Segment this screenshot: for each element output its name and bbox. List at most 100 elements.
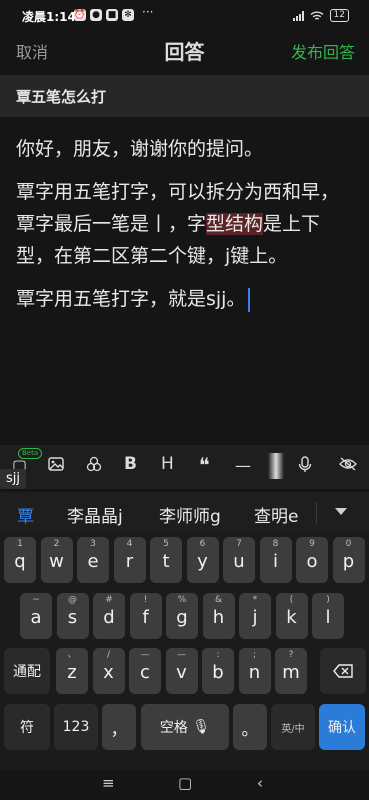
quote-button[interactable]: ❝ [199, 453, 210, 477]
key-letter-label: n [248, 662, 261, 683]
number-key-label: 123 [62, 719, 90, 735]
key-g[interactable]: % g [166, 593, 198, 639]
key-t[interactable]: 5t [150, 537, 182, 583]
candidate-bar: 覃 李晶晶j 李师师g 查明e [0, 492, 369, 534]
chat-notification-icon: ■ [106, 9, 118, 21]
key-a[interactable]: ~ a [20, 593, 52, 639]
key-c[interactable]: — c [129, 648, 161, 694]
number-key[interactable]: 123 [54, 704, 98, 750]
highlighted-text: 型结构 [206, 213, 264, 235]
confirm-key[interactable]: 确认 [319, 704, 365, 750]
symbol-key[interactable]: 符 [4, 704, 50, 750]
voice-input-icon[interactable] [298, 456, 312, 477]
menu-icon[interactable]: ≡ [102, 774, 115, 792]
space-key[interactable]: 空格 🎙 [141, 704, 229, 750]
key-n[interactable]: ; n [238, 648, 271, 694]
space-label: 空格 [159, 720, 188, 736]
answer-text: 覃字用五笔打字，就是sjj。 [16, 288, 246, 310]
key-secondary-label: — [140, 650, 150, 660]
key-secondary-label: ! [143, 595, 148, 605]
more-notifications-icon: ··· [142, 5, 154, 19]
key-h[interactable]: & h [202, 593, 235, 639]
key-letter-label: v [176, 662, 187, 683]
key-letter-label: x [103, 662, 114, 683]
period-key[interactable]: 。 [233, 704, 267, 750]
key-letter-label: u [233, 551, 245, 572]
key-letter-label: s [67, 607, 78, 628]
key-j[interactable]: * j [239, 593, 271, 639]
emoji-circles-icon[interactable] [86, 456, 102, 476]
backspace-key[interactable] [320, 648, 366, 694]
key-z[interactable]: 、 z [56, 648, 88, 694]
key-q[interactable]: 1q [4, 537, 36, 583]
key-o[interactable]: 9o [296, 537, 328, 583]
heading-button[interactable]: H [161, 454, 174, 474]
comma-key[interactable]: ， [102, 704, 136, 750]
expand-candidates-icon[interactable] [335, 508, 347, 515]
wifi-icon [310, 11, 324, 20]
key-secondary-label: * [252, 595, 258, 605]
comma-key-label: ， [110, 719, 128, 740]
key-y[interactable]: 6y [186, 537, 219, 583]
top-bar: 取消 回答 发布回答 [0, 30, 369, 72]
key-secondary-label: @ [68, 595, 77, 605]
symbol-key-label: 符 [20, 720, 34, 736]
divider-button[interactable]: — [235, 456, 251, 475]
key-f[interactable]: ! f [129, 593, 162, 639]
key-d[interactable]: # d [93, 593, 125, 639]
candidate-item[interactable]: 李师师g [159, 502, 221, 527]
key-letter-label: l [325, 607, 331, 628]
key-x[interactable]: / x [92, 648, 125, 694]
wildcard-key[interactable]: 通配 [4, 648, 50, 694]
battery-icon: 12 [329, 9, 349, 22]
candidate-item[interactable]: 覃 [17, 502, 34, 527]
home-icon[interactable]: ▢ [178, 774, 192, 792]
key-secondary-label: 6 [199, 539, 206, 549]
key-w[interactable]: 2w [40, 537, 73, 583]
key-s[interactable]: @ s [56, 593, 89, 639]
key-secondary-label: 5 [163, 539, 169, 549]
key-p[interactable]: 0p [332, 537, 365, 583]
key-u[interactable]: 7u [223, 537, 255, 583]
microphone-icon: 🎙 [192, 719, 211, 735]
key-letter-label: y [197, 551, 208, 572]
key-letter-label: w [49, 551, 64, 572]
bold-button[interactable]: B [124, 454, 137, 474]
key-b[interactable]: :b [202, 648, 234, 694]
app-notification-icon: ● [90, 9, 102, 21]
key-secondary-label: ) [326, 595, 330, 605]
key-letter-label: p [342, 551, 355, 572]
key-letter-label: a [30, 607, 42, 628]
notification-icons: ⏰ ● ■ ✻ [74, 9, 134, 21]
key-letter-label: q [14, 551, 26, 572]
key-letter-label: i [272, 551, 278, 572]
key-secondary-label: ( [289, 595, 294, 605]
key-r[interactable]: 4r [113, 537, 146, 583]
answer-editor[interactable]: 你好，朋友，谢谢你的提问。 覃字用五笔打字，可以拆分为西和早，覃字最后一笔是丨，… [16, 133, 356, 326]
back-icon[interactable]: ‹ [257, 774, 263, 792]
key-letter-label: m [282, 662, 300, 683]
language-switch-key[interactable]: 英/中 [271, 704, 315, 750]
key-letter-label: e [87, 551, 99, 572]
image-icon[interactable] [48, 456, 64, 475]
key-m[interactable]: ? m [275, 648, 307, 694]
key-k[interactable]: (k [275, 593, 308, 639]
candidate-item[interactable]: 查明e [254, 502, 298, 527]
key-i[interactable]: 8i [259, 537, 292, 583]
hide-eye-icon[interactable] [339, 456, 357, 475]
candidate-item[interactable]: 李晶晶j [67, 502, 123, 527]
publish-answer-button[interactable]: 发布回答 [291, 39, 355, 63]
key-v[interactable]: — v [165, 648, 198, 694]
question-title: 覃五笔怎么打 [16, 88, 107, 106]
settings-notification-icon: ✻ [122, 9, 134, 21]
key-secondary-label: 4 [126, 539, 133, 549]
status-time: 凌晨1:14 [22, 10, 76, 24]
key-secondary-label: & [214, 595, 223, 605]
key-l[interactable]: ) l [312, 593, 344, 639]
period-key-label: 。 [241, 719, 259, 740]
keyboard: 通配 符 123 ， 空格 🎙 。 英/中 确认 1q2w3e4r5t6y7u8… [0, 534, 369, 770]
question-bar[interactable]: 覃五笔怎么打 [0, 75, 369, 117]
alarm-icon: ⏰ [74, 9, 86, 21]
key-letter-label: c [140, 662, 150, 683]
key-e[interactable]: 3e [77, 537, 109, 583]
